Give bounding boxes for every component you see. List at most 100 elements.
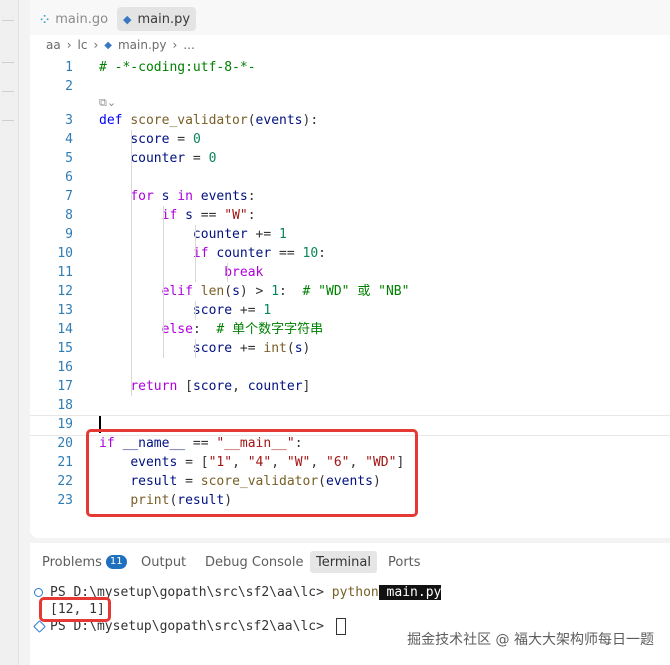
code-line[interactable]: 13 score += 1: [30, 301, 670, 320]
line-number: 8: [65, 208, 73, 223]
watermark: 掘金技术社区 @ 福大大架构师每日一题: [407, 632, 654, 648]
code-text: score += 1: [192, 303, 272, 318]
breadcrumb-item[interactable]: ...: [183, 38, 194, 52]
terminal-cursor: [335, 618, 346, 635]
editor-tabs: ⁘ main.go ◆ main.py: [30, 0, 670, 35]
code-line[interactable]: 17 return [score, counter]: [30, 377, 670, 396]
indent-guide: [195, 225, 196, 282]
line-number: 18: [57, 398, 73, 413]
breadcrumb-item[interactable]: aa: [46, 38, 61, 52]
tab-label: Debug Console: [205, 554, 304, 570]
code-text: def score_validator(events):: [99, 113, 319, 128]
tab-ports[interactable]: Ports: [382, 551, 427, 573]
codelens-hint[interactable]: ⧉⌄: [99, 96, 116, 110]
indent-guide: [131, 130, 132, 396]
code-text: if counter == 10:: [192, 246, 326, 261]
line-number: 13: [57, 303, 73, 318]
code-line[interactable]: 14 else: # 单个数字字符串: [30, 320, 670, 339]
code-text: counter += 1: [192, 227, 287, 242]
activity-bar: [0, 0, 19, 665]
code-line[interactable]: 12 elif len(s) > 1: # "WD" 或 "NB": [30, 282, 670, 301]
line-number: 20: [57, 436, 73, 451]
tab-problems[interactable]: Problems 11: [36, 551, 133, 573]
code-highlight-box: [86, 429, 418, 517]
line-number: 19: [57, 417, 73, 432]
code-text: elif len(s) > 1: # "WD" 或 "NB": [161, 284, 410, 299]
line-number: 4: [65, 132, 73, 147]
code-line[interactable]: 1 # -*-coding:utf-8-*-: [30, 58, 670, 77]
breadcrumb-item[interactable]: lc: [78, 38, 88, 52]
code-line[interactable]: 2: [30, 77, 670, 96]
line-number: 7: [65, 189, 73, 204]
indent-guide: [227, 263, 228, 282]
tab-terminal[interactable]: Terminal: [310, 551, 377, 573]
code-text: score = 0: [130, 132, 201, 147]
command-status-icon[interactable]: [34, 588, 43, 597]
code-text: if s == "W":: [161, 208, 256, 223]
tab-label: main.py: [137, 11, 191, 27]
python-file-icon: ◆: [104, 39, 112, 51]
line-number: 23: [57, 493, 73, 508]
output-highlight-box: [39, 597, 111, 622]
line-number: 1: [65, 60, 73, 75]
terminal-command: python: [331, 585, 379, 600]
python-file-icon: ◆: [123, 12, 132, 26]
code-line[interactable]: 15 score += int(s): [30, 339, 670, 358]
tab-label: Ports: [388, 554, 421, 570]
line-number: 21: [57, 455, 73, 470]
line-number: 2: [65, 79, 73, 94]
code-line[interactable]: 7 for s in events:: [30, 187, 670, 206]
line-number: 5: [65, 151, 73, 166]
tab-main-go[interactable]: ⁘ main.go: [34, 7, 114, 31]
tab-label: main.go: [55, 11, 109, 27]
line-number: 15: [57, 341, 73, 356]
code-line[interactable]: 16: [30, 358, 670, 377]
breadcrumb-item[interactable]: main.py: [118, 38, 167, 52]
line-number: 14: [57, 322, 73, 337]
tab-output[interactable]: Output: [135, 551, 192, 573]
line-number: 10: [57, 246, 73, 261]
editor: ⁘ main.go ◆ main.py aa › lc › ◆ main.py …: [30, 0, 670, 538]
command-decoration-icon[interactable]: [33, 620, 46, 633]
code-line[interactable]: 8 if s == "W":: [30, 206, 670, 225]
code-line[interactable]: 9 counter += 1: [30, 225, 670, 244]
code-line[interactable]: 18: [30, 396, 670, 415]
code-text: # -*-coding:utf-8-*-: [99, 60, 256, 75]
terminal-command-arg: main.py: [378, 585, 442, 600]
breadcrumb: aa › lc › ◆ main.py › ...: [46, 38, 195, 52]
tab-main-py[interactable]: ◆ main.py: [117, 7, 197, 31]
tab-debug-console[interactable]: Debug Console: [199, 551, 310, 573]
line-number: 6: [65, 170, 73, 185]
code-text: else: # 单个数字字符串: [161, 322, 324, 337]
indent-guide: [163, 206, 164, 358]
code-line[interactable]: 4 score = 0: [30, 130, 670, 149]
code-line[interactable]: 10 if counter == 10:: [30, 244, 670, 263]
line-number: 22: [57, 474, 73, 489]
line-number: 17: [57, 379, 73, 394]
activity-mark: [2, 62, 14, 63]
code-line[interactable]: 11 break: [30, 263, 670, 282]
line-number: 16: [57, 360, 73, 375]
tab-label: Problems: [42, 554, 102, 570]
line-number: 11: [57, 265, 73, 280]
chevron-right-icon: ›: [93, 38, 99, 52]
code-text: break: [224, 265, 264, 280]
code-line[interactable]: 5 counter = 0: [30, 149, 670, 168]
indent-guide: [195, 339, 196, 358]
go-file-icon: ⁘: [40, 12, 50, 26]
activity-mark: [2, 120, 14, 121]
tab-label: Terminal: [316, 554, 371, 570]
code-text: counter = 0: [130, 151, 217, 166]
chevron-right-icon: ›: [66, 38, 72, 52]
indent-guide: [195, 301, 196, 320]
line-number: 9: [65, 227, 73, 242]
problems-count-badge: 11: [105, 555, 127, 569]
panel-tabs: Problems 11 Output Debug Console Termina…: [30, 549, 670, 575]
activity-mark: [2, 20, 14, 21]
activity-mark: [2, 91, 14, 92]
line-number: 3: [65, 113, 73, 128]
code-line[interactable]: 6: [30, 168, 670, 187]
code-line[interactable]: 3 def score_validator(events):: [30, 111, 670, 130]
code-text: for s in events:: [130, 189, 256, 204]
tab-label: Output: [141, 554, 187, 570]
